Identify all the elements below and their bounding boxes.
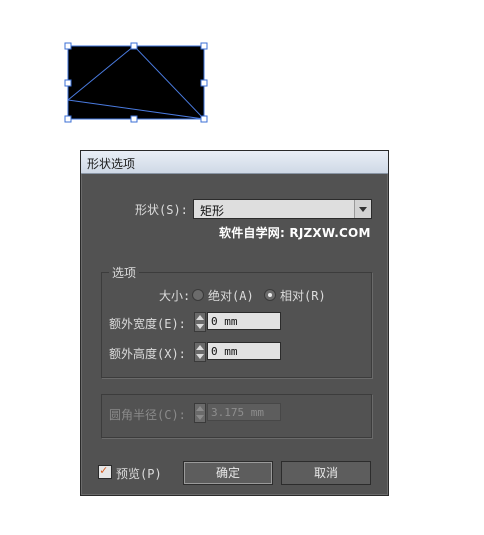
radio-relative[interactable] <box>264 289 276 301</box>
corner-radius-stepper <box>194 403 206 423</box>
dialog-title: 形状选项 <box>87 157 136 171</box>
preview-checkbox[interactable] <box>98 463 112 479</box>
radio-absolute-label[interactable]: 绝对(A) <box>208 287 254 304</box>
corner-radius-input: 3.175 mm <box>207 403 281 421</box>
shape-label: 形状(S): <box>135 203 188 217</box>
extra-width-stepper[interactable] <box>194 312 206 332</box>
chevron-down-icon[interactable] <box>354 200 371 218</box>
shape-options-dialog: 形状选项 形状(S): 矩形 软件自学网: RJZXW.COM 选项 大小: 绝… <box>80 150 389 496</box>
extra-height-input[interactable]: 0 mm <box>207 342 281 360</box>
extra-height-label: 额外高度(X): <box>109 347 186 361</box>
ok-button[interactable]: 确定 <box>183 461 273 485</box>
preview-label[interactable]: 预览(P) <box>116 465 162 482</box>
extra-height-stepper[interactable] <box>194 342 206 362</box>
radio-relative-label[interactable]: 相对(R) <box>280 287 326 304</box>
shape-select-value: 矩形 <box>200 204 225 218</box>
extra-width-input[interactable]: 0 mm <box>207 312 281 330</box>
watermark-text: 软件自学网: RJZXW.COM <box>219 226 371 240</box>
size-label: 大小: <box>159 289 191 303</box>
corner-radius-label: 圆角半径(C): <box>109 408 186 422</box>
shape-select[interactable]: 矩形 <box>193 199 372 219</box>
canvas: 形状选项 形状(S): 矩形 软件自学网: RJZXW.COM 选项 大小: 绝… <box>0 0 484 535</box>
extra-width-label: 额外宽度(E): <box>109 317 186 331</box>
cancel-button[interactable]: 取消 <box>281 461 371 485</box>
dialog-titlebar[interactable]: 形状选项 <box>81 151 388 174</box>
selected-rectangle-shape[interactable] <box>60 40 210 126</box>
radio-absolute[interactable] <box>192 289 204 301</box>
options-group-title: 选项 <box>109 264 140 281</box>
